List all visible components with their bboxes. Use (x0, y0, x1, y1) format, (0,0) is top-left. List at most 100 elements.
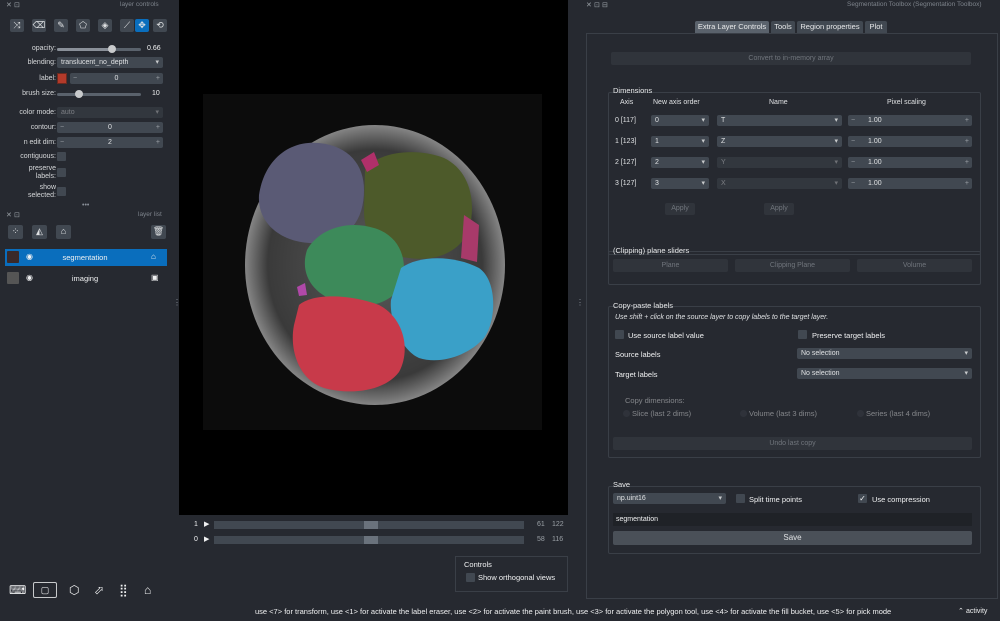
axis-1: 1 [123] (615, 138, 637, 145)
transform-icon[interactable]: ⟲ (153, 19, 167, 32)
activity-button[interactable]: activity (966, 608, 987, 615)
fill-bucket-icon[interactable]: ◈ (98, 19, 112, 32)
dims-slider-1-handle[interactable] (364, 521, 378, 529)
plus-icon[interactable]: + (965, 136, 969, 147)
use-source-label-checkbox[interactable] (615, 330, 624, 339)
axis-name-select-1[interactable]: Z ▾ (717, 136, 842, 147)
float-icon[interactable]: ⊡ (14, 1, 20, 9)
radio-slice[interactable]: Slice (last 2 dims) (623, 409, 691, 418)
dims-slider-2-track[interactable] (214, 536, 524, 544)
clipping-plane-button[interactable]: Clipping Plane (735, 259, 850, 272)
convert-button[interactable]: Convert to in-memory array (611, 52, 971, 65)
minus-icon[interactable]: − (851, 115, 855, 126)
new-points-icon[interactable]: ⁘ (8, 225, 23, 239)
radio-volume[interactable]: Volume (last 3 dims) (740, 409, 817, 418)
minus-icon[interactable]: − (851, 178, 855, 189)
pixel-scaling-spinbox-0[interactable]: − 1.00 + (848, 115, 972, 126)
ndisplay-icon[interactable]: ▢ (33, 582, 57, 598)
layer-item-segmentation[interactable]: ◉ segmentation ⌂ (5, 249, 167, 266)
plus-icon[interactable]: + (965, 178, 969, 189)
use-compression-checkbox[interactable]: ✓ (858, 494, 867, 503)
dims-slider-1-track[interactable] (214, 521, 524, 529)
undo-copy-button[interactable]: Undo last copy (613, 437, 972, 450)
axis-name-select-0[interactable]: T ▾ (717, 115, 842, 126)
save-button[interactable]: Save (613, 531, 972, 545)
axis-order-select-2[interactable]: 2 ▾ (651, 157, 709, 168)
transpose-icon[interactable]: ⬀ (94, 583, 104, 597)
dims-slider-2-handle[interactable] (364, 536, 378, 544)
apply-name-button[interactable]: Apply (764, 203, 794, 215)
opacity-slider[interactable] (57, 45, 141, 53)
blending-select[interactable]: translucent_no_depth ▾ (57, 57, 163, 68)
pixel-scaling-spinbox-3[interactable]: − 1.00 + (848, 178, 972, 189)
axis-order-select-0[interactable]: 0 ▾ (651, 115, 709, 126)
eye-icon[interactable]: ◉ (26, 273, 33, 282)
plus-icon[interactable]: + (156, 122, 160, 133)
filename-input[interactable]: segmentation (613, 513, 972, 526)
axis-name-select-2[interactable]: Y ▾ (717, 157, 842, 168)
plus-icon[interactable]: + (156, 73, 160, 84)
minus-icon[interactable]: − (851, 157, 855, 168)
close-icon[interactable]: ✕ (6, 1, 12, 9)
target-labels-select[interactable]: No selection ▾ (797, 368, 972, 379)
paint-brush-icon[interactable]: ✎ (54, 19, 68, 32)
radio-series[interactable]: Series (last 4 dims) (857, 409, 930, 418)
viewer-canvas[interactable] (179, 0, 568, 515)
minus-icon[interactable]: − (851, 136, 855, 147)
splitter-handle[interactable]: ••• (82, 202, 89, 209)
play-icon[interactable]: ▶ (204, 535, 209, 543)
play-icon[interactable]: ▶ (204, 520, 209, 528)
delete-layer-icon[interactable]: 🗑 (151, 225, 166, 239)
color-mode-select[interactable]: auto ▾ (57, 107, 163, 118)
close-icon[interactable]: ✕ (586, 1, 592, 9)
new-shapes-icon[interactable]: ◭ (32, 225, 47, 239)
pixel-scaling-spinbox-2[interactable]: − 1.00 + (848, 157, 972, 168)
home-icon[interactable]: ⌂ (144, 583, 151, 597)
brush-size-slider-handle[interactable] (75, 90, 83, 98)
preserve-target-labels-checkbox[interactable] (798, 330, 807, 339)
tab-tools[interactable]: Tools (771, 21, 795, 33)
axis-order-select-3[interactable]: 3 ▾ (651, 178, 709, 189)
new-labels-icon[interactable]: ⌂ (56, 225, 71, 239)
move-icon[interactable]: ✥ (135, 19, 149, 32)
dtype-select[interactable]: np.uint16 ▾ (613, 493, 726, 504)
pixel-scaling-spinbox-1[interactable]: − 1.00 + (848, 136, 972, 147)
layer-item-imaging[interactable]: ◉ imaging ▣ (5, 270, 167, 287)
brush-size-slider[interactable] (57, 90, 141, 98)
contiguous-checkbox[interactable] (57, 152, 66, 161)
volume-button[interactable]: Volume (857, 259, 972, 272)
plus-icon[interactable]: + (156, 137, 160, 148)
show-selected-checkbox[interactable] (57, 187, 66, 196)
tab-extra-layer-controls[interactable]: Extra Layer Controls (695, 21, 769, 33)
orthogonal-views-checkbox[interactable] (466, 573, 475, 582)
n-edit-dim-spinbox[interactable]: − 2 + (57, 137, 163, 148)
plus-icon[interactable]: + (965, 157, 969, 168)
shuffle-icon[interactable]: ⤨ (10, 19, 24, 32)
label-spinbox[interactable]: − 0 + (70, 73, 163, 84)
plane-button[interactable]: Plane (613, 259, 728, 272)
eyedropper-icon[interactable]: ⟋ (120, 19, 134, 32)
float-icon[interactable]: ⊡ (14, 211, 20, 219)
source-labels-select[interactable]: No selection ▾ (797, 348, 972, 359)
plus-icon[interactable]: + (965, 115, 969, 126)
hide-icon[interactable]: ⊟ (602, 1, 608, 9)
close-icon[interactable]: ✕ (6, 211, 12, 219)
axis-order-select-1[interactable]: 1 ▾ (651, 136, 709, 147)
split-time-points-checkbox[interactable] (736, 494, 745, 503)
eraser-icon[interactable]: ⌫ (32, 19, 46, 32)
float-icon[interactable]: ⊡ (594, 1, 600, 9)
eye-icon[interactable]: ◉ (26, 252, 33, 261)
grid-icon[interactable]: ⣿ (119, 583, 128, 597)
preserve-labels-checkbox[interactable] (57, 168, 66, 177)
activity-chevron-icon[interactable]: ⌃ (958, 607, 964, 615)
contour-spinbox[interactable]: − 0 + (57, 122, 163, 133)
apply-order-button[interactable]: Apply (665, 203, 695, 215)
roll-dims-icon[interactable]: ⬡ (69, 583, 79, 597)
label-color-swatch[interactable] (57, 73, 67, 84)
axis-name-select-3[interactable]: X ▾ (717, 178, 842, 189)
tab-plot[interactable]: Plot (865, 21, 887, 33)
tab-region-properties[interactable]: Region properties (797, 21, 863, 33)
console-icon[interactable]: ⌨ (9, 583, 26, 597)
opacity-slider-handle[interactable] (108, 45, 116, 53)
polygon-icon[interactable]: ⬠ (76, 19, 90, 32)
